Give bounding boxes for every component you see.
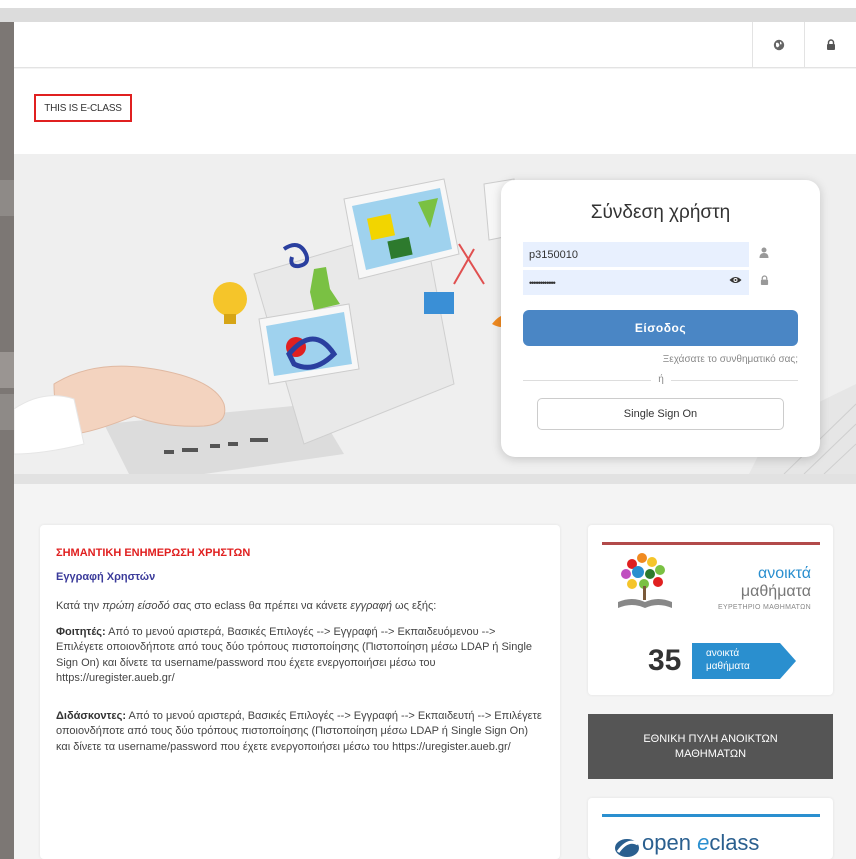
login-card: Σύνδεση χρήστη p3150010 •••••••••••• Είσ… — [501, 180, 820, 457]
sidebar-item[interactable] — [0, 394, 14, 430]
eclass-logo-icon — [615, 839, 639, 857]
national-portal-button[interactable]: ΕΘΝΙΚΗ ΠΥΛΗ ΑΝΟΙΚΤΩΝ ΜΑΘΗΜΑΤΩΝ — [588, 714, 833, 779]
courses-index-label: ΕΥΡΕΤΗΡΙΟ ΜΑΘΗΜΑΤΩΝ — [718, 604, 811, 611]
teachers-instructions: Διδάσκοντες: Από το μενού αριστερά, Βασι… — [56, 709, 542, 753]
announcement-title: ΣΗΜΑΝΤΙΚΗ ΕΝΗΜΕΡΩΣΗ ΧΡΗΣΤΩΝ — [56, 547, 251, 559]
open-courses-count: 35 — [648, 644, 682, 677]
sso-button[interactable]: Single Sign On — [537, 398, 784, 430]
card-rule — [602, 542, 820, 545]
open-courses-word1: ανοικτά — [757, 565, 811, 582]
password-value: •••••••••••• — [529, 277, 556, 288]
or-label: ή — [651, 374, 671, 385]
site-brand-text: THIS IS E-CLASS — [44, 102, 122, 114]
sidebar-item[interactable] — [0, 352, 14, 388]
open-courses-tag: ανοικτά μαθήματα — [692, 643, 796, 679]
user-icon — [759, 247, 769, 261]
language-button[interactable] — [752, 22, 804, 68]
students-instructions: Φοιτητές: Από το μενού αριστερά, Βασικές… — [56, 625, 533, 685]
page: THIS IS E-CLASS Σύνδεση χρήστη p3150010 … — [14, 22, 856, 859]
lock-icon — [826, 39, 835, 50]
eye-icon[interactable] — [729, 275, 742, 288]
sidebar-item[interactable] — [0, 180, 14, 216]
brand-area: THIS IS E-CLASS — [14, 69, 856, 154]
login-lock-button[interactable] — [804, 22, 856, 68]
forgot-password-link[interactable]: Ξεχάσατε το συνθηματικό σας; — [663, 354, 798, 365]
announcement-intro: Κατά την πρώτη είσοδό σας στο eclass θα … — [56, 600, 437, 612]
globe-icon — [773, 39, 784, 51]
username-input[interactable]: p3150010 — [523, 242, 749, 267]
window-top-bar — [0, 8, 856, 22]
open-courses-word2: μαθήματα — [740, 583, 811, 600]
password-input[interactable]: •••••••••••• — [523, 270, 749, 295]
eclass-logo-text: open eclass — [642, 830, 760, 855]
card-rule — [602, 814, 820, 817]
announcement-panel: ΣΗΜΑΝΤΙΚΗ ΕΝΗΜΕΡΩΣΗ ΧΡΗΣΤΩΝ Εγγραφή Χρησ… — [40, 525, 560, 859]
browser-top-strip — [0, 0, 856, 8]
open-eclass-card[interactable]: open eclass — [588, 798, 833, 859]
login-submit-button[interactable]: Είσοδος — [523, 310, 798, 346]
announcement-subtitle: Εγγραφή Χρηστών — [56, 571, 156, 583]
open-courses-card[interactable]: ανοικτά μαθήματα ΕΥΡΕΤΗΡΙΟ ΜΑΘΗΜΑΤΩΝ 35 … — [588, 525, 833, 695]
login-title: Σύνδεση χρήστη — [590, 202, 731, 223]
left-sidebar[interactable] — [0, 22, 14, 859]
tree-book-logo-icon — [618, 553, 672, 608]
lock-icon — [760, 275, 769, 289]
site-brand[interactable]: THIS IS E-CLASS — [34, 94, 132, 122]
top-navbar — [14, 22, 856, 68]
